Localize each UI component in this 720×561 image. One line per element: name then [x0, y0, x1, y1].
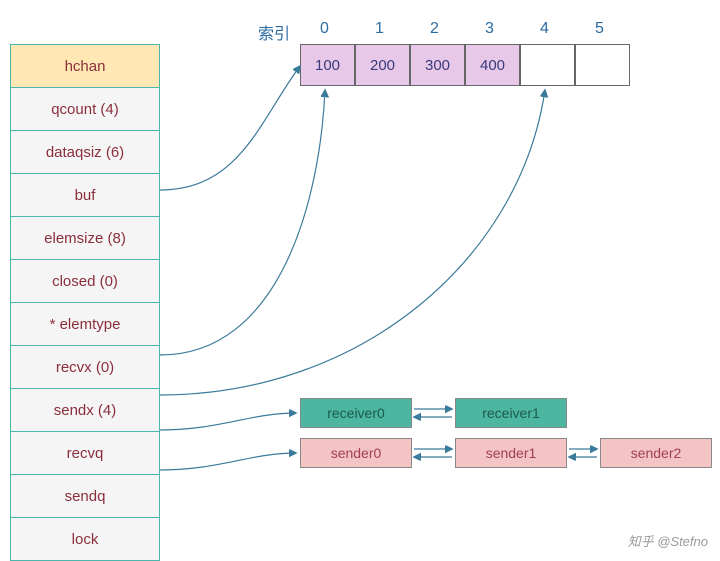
- field-recvq: recvq: [11, 432, 160, 475]
- index-1: 1: [375, 20, 384, 38]
- field-buf: buf: [11, 174, 160, 217]
- sender-0: sender0: [300, 438, 412, 468]
- index-2: 2: [430, 20, 439, 38]
- index-4: 4: [540, 20, 549, 38]
- buf-cell-1: 200: [355, 44, 410, 86]
- field-sendx: sendx (4): [11, 389, 160, 432]
- index-title: 索引: [258, 20, 290, 44]
- buffer-array: 100 200 300 400: [300, 44, 630, 86]
- index-3: 3: [485, 20, 494, 38]
- field-recvx: recvx (0): [11, 346, 160, 389]
- hchan-header: hchan: [11, 45, 160, 88]
- buf-cell-2: 300: [410, 44, 465, 86]
- buf-cell-4: [520, 44, 575, 86]
- field-closed: closed (0): [11, 260, 160, 303]
- field-elemsize: elemsize (8): [11, 217, 160, 260]
- field-elemtype: * elemtype: [11, 303, 160, 346]
- hchan-struct: hchan qcount (4) dataqsiz (6) buf elemsi…: [10, 44, 160, 561]
- receiver-0: receiver0: [300, 398, 412, 428]
- field-qcount: qcount (4): [11, 88, 160, 131]
- watermark: 知乎 @Stefno: [628, 531, 708, 550]
- field-lock: lock: [11, 518, 160, 561]
- field-dataqsiz: dataqsiz (6): [11, 131, 160, 174]
- buf-cell-5: [575, 44, 630, 86]
- index-0: 0: [320, 20, 329, 38]
- sender-1: sender1: [455, 438, 567, 468]
- receiver-1: receiver1: [455, 398, 567, 428]
- index-5: 5: [595, 20, 604, 38]
- field-sendq: sendq: [11, 475, 160, 518]
- buf-cell-3: 400: [465, 44, 520, 86]
- sender-2: sender2: [600, 438, 712, 468]
- buf-cell-0: 100: [300, 44, 355, 86]
